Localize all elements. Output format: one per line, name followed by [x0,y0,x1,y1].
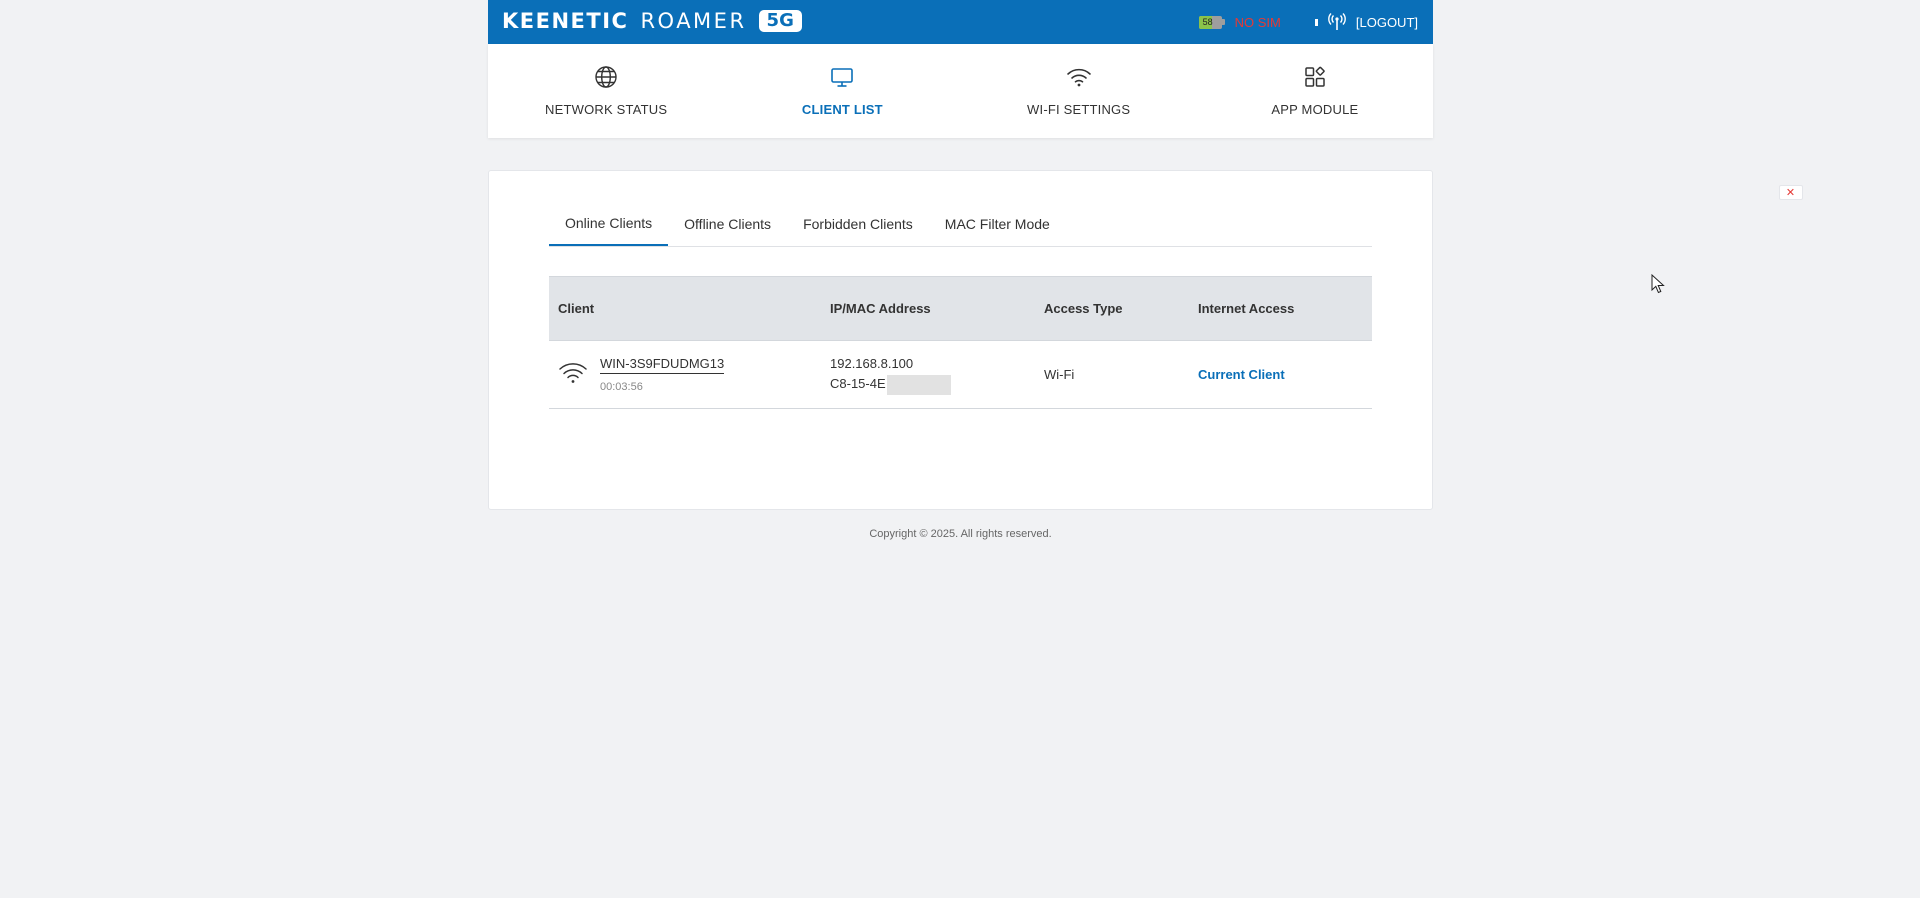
mac-redaction-mask [886,374,951,395]
status-area: 58 NO SIM ✕ [LOGOUT] [1198,13,1803,200]
client-tabs: Online Clients Offline Clients Forbidden… [549,202,1372,247]
sim-status: NO SIM [1234,14,1281,30]
top-header-bar: KEENETIC ROAMER 5G 58 NO SIM ✕ [LOGOUT] [488,0,1803,200]
sim-card-icon: ✕ [1291,15,1803,200]
brand-badge: 5G [758,10,802,32]
column-header-access-type: Access Type [1035,276,1189,341]
nav-label: NETWORK STATUS [545,102,668,117]
brand-name: KEENETIC [502,9,629,33]
wifi-icon [1066,64,1092,90]
client-name-link[interactable]: WIN-3S9FDUDMG13 [600,356,725,374]
nav-label: APP MODULE [1271,102,1359,117]
client-cell: WIN-3S9FDUDMG13 00:03:56 [549,340,821,409]
monitor-icon [829,64,855,90]
tab-offline-clients[interactable]: Offline Clients [668,201,787,246]
client-list-card: Online Clients Offline Clients Forbidden… [488,170,1433,510]
nav-client-list[interactable]: CLIENT LIST [724,44,960,138]
globe-icon [593,64,619,90]
antenna-signal-icon [1327,13,1346,31]
client-ip: 192.168.8.100 [830,356,914,372]
column-header-client: Client [549,276,821,341]
brand-model: ROAMER [640,9,747,33]
column-header-internet-access: Internet Access [1189,276,1372,341]
brand-logo: KEENETIC ROAMER 5G [502,9,802,33]
internet-access-cell: Current Client [1189,340,1372,409]
nav-label: WI-FI SETTINGS [1027,102,1131,117]
table-row: WIN-3S9FDUDMG13 00:03:56 192.168.8.100 C… [549,340,1372,409]
tab-mac-filter-mode[interactable]: MAC Filter Mode [929,201,1066,246]
client-mac: C8-15-4E [830,376,886,392]
nav-app-module[interactable]: APP MODULE [1197,44,1433,138]
column-header-ip-mac: IP/MAC Address [821,276,1035,341]
table-header-row: Client IP/MAC Address Access Type Intern… [549,276,1372,341]
clients-table: Client IP/MAC Address Access Type Intern… [549,276,1372,409]
copyright-footer: Copyright © 2025. All rights reserved. [869,528,1052,540]
nav-wifi-settings[interactable]: WI-FI SETTINGS [961,44,1197,138]
client-connection-time: 00:03:56 [600,381,643,393]
mouse-cursor-icon [1651,273,1665,299]
tab-forbidden-clients[interactable]: Forbidden Clients [787,201,929,246]
battery-percent: 58 [1202,16,1213,27]
current-client-link[interactable]: Current Client [1198,367,1285,382]
main-nav: NETWORK STATUS CLIENT LIST WI-FI SETTING… [488,44,1433,138]
access-type-cell: Wi-Fi [1035,340,1189,409]
tab-online-clients[interactable]: Online Clients [549,201,669,246]
wifi-icon [558,361,588,388]
logout-link[interactable]: [LOGOUT] [1356,15,1418,30]
apps-grid-icon [1302,64,1328,90]
battery-icon: 58 [1198,15,1225,29]
nav-label: CLIENT LIST [801,102,883,117]
ip-mac-cell: 192.168.8.100 C8-15-4E [821,340,1035,409]
nav-network-status[interactable]: NETWORK STATUS [488,44,724,138]
